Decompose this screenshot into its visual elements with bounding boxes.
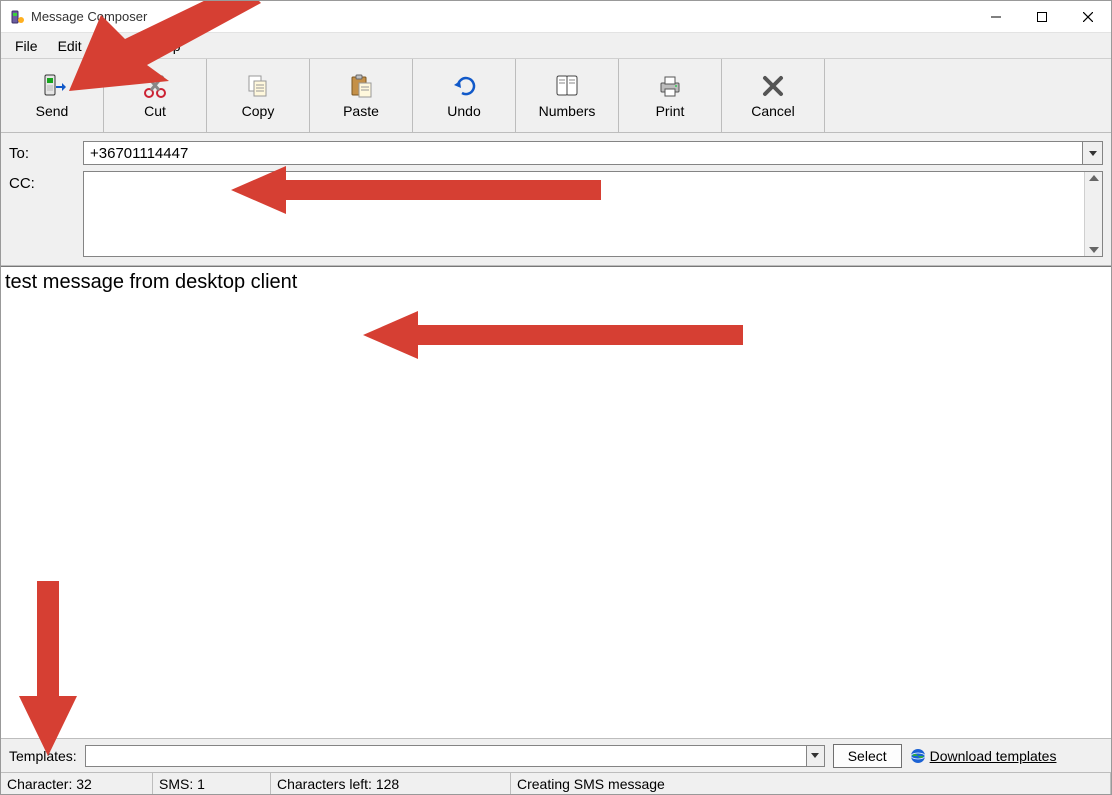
menu-view[interactable]: View: [92, 33, 142, 58]
window-title: Message Composer: [31, 9, 147, 24]
print-button[interactable]: Print: [619, 59, 722, 132]
status-character: Character: 32: [1, 773, 153, 794]
status-info: Creating SMS message: [511, 773, 1111, 794]
templates-dropdown-button[interactable]: [806, 746, 824, 766]
undo-label: Undo: [447, 103, 480, 119]
select-button[interactable]: Select: [833, 744, 902, 768]
download-templates-link[interactable]: Download templates: [910, 748, 1057, 764]
status-bar: Character: 32 SMS: 1 Characters left: 12…: [1, 772, 1111, 794]
templates-label: Templates:: [9, 748, 77, 764]
to-dropdown-button[interactable]: [1082, 142, 1102, 164]
address-book-icon: [553, 72, 581, 100]
cc-listbox[interactable]: [83, 171, 1103, 257]
templates-row: Templates: Select Download templates: [1, 738, 1111, 772]
menu-bar: File Edit View Help: [1, 33, 1111, 59]
undo-icon: [450, 72, 478, 100]
window-minimize-button[interactable]: [973, 1, 1019, 33]
cut-label: Cut: [144, 103, 166, 119]
to-label: To:: [9, 141, 75, 162]
cancel-x-icon: [759, 72, 787, 100]
printer-icon: [656, 72, 684, 100]
copy-label: Copy: [242, 103, 275, 119]
scroll-down-icon[interactable]: [1089, 247, 1099, 253]
download-templates-label: Download templates: [930, 748, 1057, 764]
cancel-button[interactable]: Cancel: [722, 59, 825, 132]
select-label: Select: [848, 748, 887, 764]
send-button[interactable]: Send: [1, 59, 104, 132]
copy-button[interactable]: Copy: [207, 59, 310, 132]
toolbar: Send Cut Copy: [1, 59, 1111, 133]
paste-label: Paste: [343, 103, 379, 119]
paste-button[interactable]: Paste: [310, 59, 413, 132]
window-maximize-button[interactable]: [1019, 1, 1065, 33]
paste-icon: [347, 72, 375, 100]
message-body-wrapper: [1, 266, 1111, 738]
header-fields: To: CC:: [1, 133, 1111, 266]
to-combobox[interactable]: [83, 141, 1103, 165]
app-icon: [8, 9, 24, 25]
send-label: Send: [36, 103, 69, 119]
menu-edit[interactable]: Edit: [48, 33, 92, 58]
title-bar: Message Composer: [1, 1, 1111, 33]
cc-scrollbar[interactable]: [1084, 172, 1102, 256]
cancel-label: Cancel: [751, 103, 795, 119]
cc-label: CC:: [9, 171, 75, 192]
to-input[interactable]: [83, 141, 1103, 165]
window-close-button[interactable]: [1065, 1, 1111, 33]
undo-button[interactable]: Undo: [413, 59, 516, 132]
templates-combobox[interactable]: [85, 745, 825, 767]
copy-icon: [244, 72, 272, 100]
message-body[interactable]: [1, 267, 1111, 738]
globe-icon: [910, 748, 926, 764]
phone-send-icon: [38, 72, 66, 100]
menu-help[interactable]: Help: [142, 33, 191, 58]
scissors-icon: [141, 72, 169, 100]
numbers-button[interactable]: Numbers: [516, 59, 619, 132]
status-sms: SMS: 1: [153, 773, 271, 794]
print-label: Print: [656, 103, 685, 119]
status-characters-left: Characters left: 128: [271, 773, 511, 794]
numbers-label: Numbers: [539, 103, 596, 119]
scroll-up-icon[interactable]: [1089, 175, 1099, 181]
menu-file[interactable]: File: [5, 33, 48, 58]
cut-button[interactable]: Cut: [104, 59, 207, 132]
